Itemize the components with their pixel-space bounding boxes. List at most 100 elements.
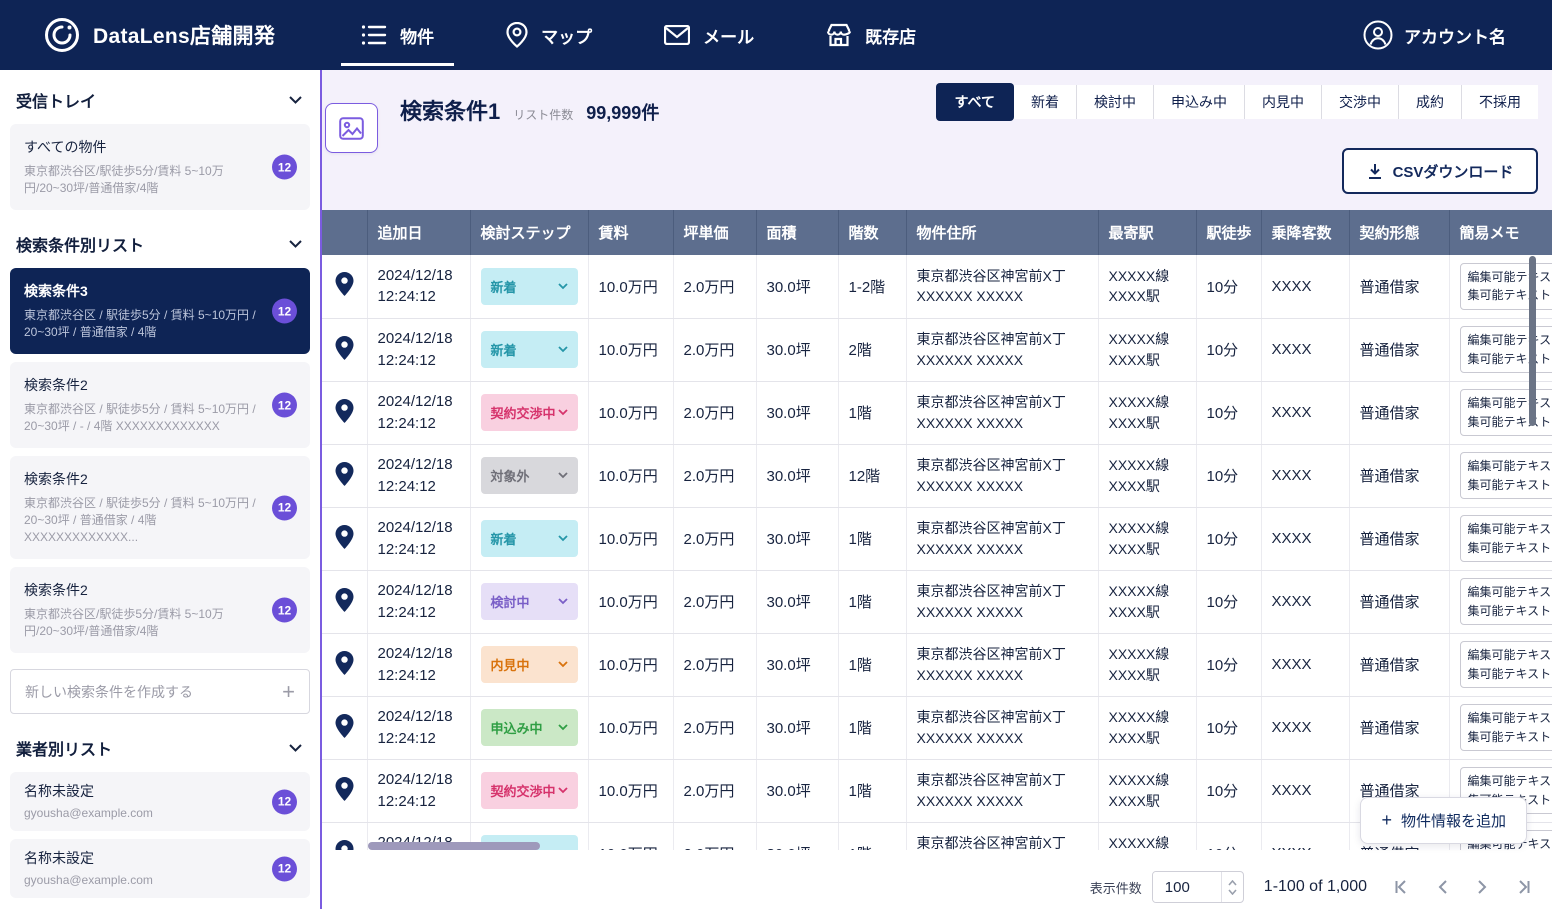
walk-cell: 10分 — [1196, 444, 1261, 507]
next-page-icon[interactable] — [1476, 879, 1488, 895]
memo-editor[interactable]: 編集可能テキスト集可能テキスト — [1460, 515, 1552, 562]
map-pin-icon[interactable] — [335, 651, 354, 675]
memo-editor[interactable]: 編集可能テキスト集可能テキスト — [1460, 326, 1552, 373]
sidebar-item-search-condition-2b[interactable]: 検索条件2 東京都渋谷区 / 駅徒歩5分 / 賃料 5~10万円 / 20~30… — [10, 456, 310, 559]
status-step-select[interactable]: 新着 — [481, 331, 578, 368]
memo-editor[interactable]: 編集可能テキスト集可能テキスト — [1460, 704, 1552, 751]
list-count-value: 99,999件 — [586, 99, 659, 125]
nav-item-existing-stores[interactable]: 既存店 — [790, 0, 952, 70]
sidebar-item-vendor-1[interactable]: 名称未設定 gyousha@example.com 12 — [10, 772, 310, 831]
status-step-select[interactable]: 新着 — [481, 520, 578, 557]
map-pin-icon[interactable] — [335, 399, 354, 423]
nav-item-map[interactable]: マップ — [470, 0, 628, 70]
table-row[interactable]: 2024/12/1812:24:12 新着 10.0万円 2.0万円 30.0坪… — [322, 507, 1552, 570]
status-step-value: 申込み中 — [491, 718, 543, 737]
status-step-value: 対象外 — [491, 466, 530, 485]
nav-item-properties[interactable]: 物件 — [325, 0, 470, 70]
table-row[interactable]: 2024/12/1812:24:12 検討中 10.0万円 2.0万円 30.0… — [322, 570, 1552, 633]
stepper-down-icon — [1228, 889, 1237, 895]
memo-editor[interactable]: 編集可能テキスト集可能テキスト — [1460, 578, 1552, 625]
add-property-label: 物件情報を追加 — [1401, 810, 1506, 831]
map-pin-icon[interactable] — [335, 588, 354, 612]
table-row[interactable]: 2024/12/1812:24:12 申込み中 10.0万円 2.0万円 30.… — [322, 696, 1552, 759]
map-view-toggle-button[interactable] — [325, 103, 378, 153]
list-item-subtitle: gyousha@example.com — [24, 872, 264, 889]
column-header-pin — [322, 210, 367, 255]
vertical-scrollbar-thumb[interactable] — [1529, 256, 1536, 426]
status-tab-contracted[interactable]: 成約 — [1398, 85, 1461, 119]
table-row[interactable]: 2024/12/1812:24:12 契約交渉中 10.0万円 2.0万円 30… — [322, 381, 1552, 444]
added-date-cell: 2024/12/1812:24:12 — [367, 318, 470, 381]
status-tab-all[interactable]: すべて — [936, 83, 1014, 121]
count-badge: 12 — [272, 155, 297, 180]
map-pin-icon[interactable] — [335, 840, 354, 851]
status-tab-negotiating[interactable]: 交渉中 — [1321, 85, 1398, 119]
last-page-icon[interactable] — [1515, 879, 1532, 895]
map-pin-icon[interactable] — [335, 272, 354, 296]
status-tab-new[interactable]: 新着 — [1013, 85, 1076, 119]
table-row[interactable]: 2024/12/1812:24:12 新着 10.0万円 2.0万円 30.0坪… — [322, 255, 1552, 318]
map-pin-icon[interactable] — [335, 714, 354, 738]
chevron-down-icon — [558, 787, 568, 794]
status-tab-viewing[interactable]: 内見中 — [1244, 85, 1321, 119]
app-logo: DataLens店舗開発 — [0, 17, 275, 53]
passengers-cell: XXXX — [1261, 822, 1349, 850]
status-step-select[interactable]: 申込み中 — [481, 709, 578, 746]
map-pin-icon[interactable] — [335, 777, 354, 801]
memo-editor[interactable]: 編集可能テキスト集可能テキスト — [1460, 641, 1552, 688]
map-pin-icon[interactable] — [335, 462, 354, 486]
address-cell: 東京都渋谷区神宮前X丁XXXXXX XXXXX — [906, 759, 1098, 822]
count-badge: 12 — [272, 495, 297, 520]
memo-editor[interactable]: 編集可能テキスト集可能テキスト — [1460, 452, 1552, 499]
per-page-stepper[interactable] — [1221, 872, 1243, 902]
memo-editor[interactable]: 編集可能テキスト集可能テキスト — [1460, 263, 1552, 310]
table-row[interactable]: 2024/12/1812:24:12 新着 10.0万円 2.0万円 30.0坪… — [322, 318, 1552, 381]
csv-download-button[interactable]: CSVダウンロード — [1342, 148, 1538, 194]
address-cell: 東京都渋谷区神宮前X丁XXXXXX XXXXX — [906, 381, 1098, 444]
map-pin-icon[interactable] — [335, 336, 354, 360]
status-tab-considering[interactable]: 検討中 — [1076, 85, 1153, 119]
passengers-cell: XXXX — [1261, 381, 1349, 444]
per-page-value-input[interactable] — [1153, 872, 1221, 902]
list-item-subtitle: 東京都渋谷区/駅徒歩5分/賃料 5~10万円/20~30坪/普通借家/4階 — [24, 606, 264, 640]
memo-editor[interactable]: 編集可能テキスト集可能テキスト — [1460, 389, 1552, 436]
sidebar-item-search-condition-3[interactable]: 検索条件3 東京都渋谷区 / 駅徒歩5分 / 賃料 5~10万円 / 20~30… — [10, 268, 310, 354]
memo-cell: 編集可能テキスト集可能テキスト — [1449, 633, 1552, 696]
nav-item-mail[interactable]: メール — [628, 0, 790, 70]
status-step-select[interactable]: 契約交渉中 — [481, 772, 578, 809]
status-step-select[interactable]: 対象外 — [481, 457, 578, 494]
first-page-icon[interactable] — [1393, 879, 1410, 895]
status-step-select[interactable]: 契約交渉中 — [481, 394, 578, 431]
passengers-cell: XXXX — [1261, 255, 1349, 318]
sidebar-item-search-condition-2a[interactable]: 検索条件2 東京都渋谷区 / 駅徒歩5分 / 賃料 5~10万円 / 20~30… — [10, 362, 310, 448]
sidebar-section-vendor-lists[interactable]: 業者別リスト — [10, 730, 310, 772]
account-label: アカウント名 — [1404, 23, 1506, 48]
area-cell: 30.0坪 — [756, 570, 838, 633]
table-row[interactable]: 2024/12/1812:24:12 対象外 10.0万円 2.0万円 30.0… — [322, 444, 1552, 507]
sidebar-section-search-lists[interactable]: 検索条件別リスト — [10, 226, 310, 268]
prev-page-icon[interactable] — [1437, 879, 1449, 895]
column-header-rent: 賃料 — [588, 210, 673, 255]
new-search-condition-input[interactable] — [25, 684, 282, 700]
table-row[interactable]: 2024/12/1812:24:12 内見中 10.0万円 2.0万円 30.0… — [322, 633, 1552, 696]
new-search-condition-box[interactable]: + — [10, 669, 310, 714]
status-tab-rejected[interactable]: 不採用 — [1461, 85, 1538, 119]
station-cell: XXXXX線XXXX駅 — [1098, 444, 1196, 507]
horizontal-scrollbar-thumb[interactable] — [368, 842, 540, 850]
sidebar-item-all-properties[interactable]: すべての物件 東京都渋谷区/駅徒歩5分/賃料 5~10万円/20~30坪/普通借… — [10, 124, 310, 210]
account-menu[interactable]: アカウント名 — [1363, 20, 1552, 50]
sidebar-item-search-condition-2c[interactable]: 検索条件2 東京都渋谷区/駅徒歩5分/賃料 5~10万円/20~30坪/普通借家… — [10, 567, 310, 653]
status-step-select[interactable]: 内見中 — [481, 646, 578, 683]
status-step-select[interactable]: 検討中 — [481, 583, 578, 620]
add-property-button[interactable]: + 物件情報を追加 — [1360, 797, 1527, 844]
sidebar-item-vendor-2[interactable]: 名称未設定 gyousha@example.com 12 — [10, 839, 310, 898]
plus-icon[interactable]: + — [282, 681, 295, 703]
tsubo-price-cell: 2.0万円 — [673, 255, 756, 318]
column-header-status-step: 検討ステップ — [470, 210, 588, 255]
walk-cell: 10分 — [1196, 507, 1261, 570]
status-tab-applying[interactable]: 申込み中 — [1153, 85, 1244, 119]
map-pin-icon[interactable] — [335, 525, 354, 549]
status-step-value: 検討中 — [491, 592, 530, 611]
sidebar-section-inbox[interactable]: 受信トレイ — [10, 82, 310, 124]
status-step-select[interactable]: 新着 — [481, 268, 578, 305]
